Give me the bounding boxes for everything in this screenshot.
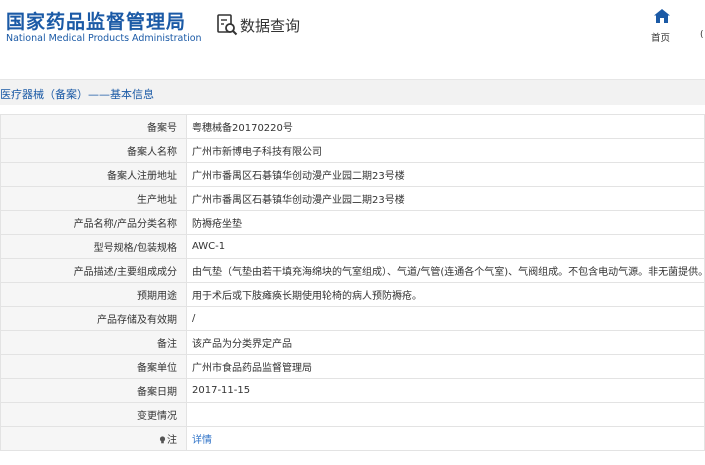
header-edge-glyph: ( (700, 30, 704, 40)
field-label: 备案号 (0, 114, 187, 139)
field-value: 广州市新博电子科技有限公司 (186, 138, 705, 163)
table-row: 注 详情 (0, 426, 705, 451)
table-row: 产品存储及有效期 / (0, 306, 705, 331)
field-value-text: 广州市番禺区石碁镇华创动漫产业园二期23号楼 (192, 171, 405, 182)
table-row: 生产地址 广州市番禺区石碁镇华创动漫产业园二期23号楼 (0, 186, 705, 211)
field-value: 由气垫（气垫由若干填充海绵块的气室组成）、气道/气管(连通各个气室)、气阀组成。… (186, 258, 705, 283)
field-value: 用于术后或下肢瘫痪长期使用轮椅的病人预防褥疮。 (186, 282, 705, 307)
field-value: 广州市番禺区石碁镇华创动漫产业园二期23号楼 (186, 162, 705, 187)
field-label-text: 产品名称/产品分类名称 (73, 219, 177, 230)
table-row: 产品名称/产品分类名称 防褥疮坐垫 (0, 210, 705, 235)
table-row: 备案人名称 广州市新博电子科技有限公司 (0, 138, 705, 163)
field-label: 备案人注册地址 (0, 162, 187, 187)
field-value-text: 2017-11-15 (192, 385, 251, 396)
table-row: 备注 该产品为分类界定产品 (0, 330, 705, 355)
field-label-text: 备案人注册地址 (107, 171, 177, 182)
field-value-text: / (192, 313, 196, 324)
home-link[interactable]: 首页 (651, 30, 670, 44)
field-label-text: 备案单位 (137, 363, 177, 374)
field-value-text: 广州市番禺区石碁镇华创动漫产业园二期23号楼 (192, 195, 405, 206)
field-value: / (186, 306, 705, 331)
field-value (186, 402, 705, 427)
field-label-text: 型号规格/包装规格 (93, 243, 177, 254)
details-link[interactable]: 详情 (192, 435, 212, 446)
table-row: 变更情况 (0, 402, 705, 427)
field-label: 注 (0, 426, 187, 451)
field-value: 2017-11-15 (186, 378, 705, 403)
breadcrumb: 医疗器械（备案）——基本信息 (0, 88, 154, 101)
table-row: 备案号 粤穗械备20170220号 (0, 114, 705, 139)
field-label: 备案日期 (0, 378, 187, 403)
field-label: 生产地址 (0, 186, 187, 211)
field-label-text: 备案人名称 (127, 147, 177, 158)
site-logo-en[interactable]: National Medical Products Administration (6, 33, 202, 44)
table-row: 备案单位 广州市食品药品监督管理局 (0, 354, 705, 379)
field-label-text: 变更情况 (137, 411, 177, 422)
site-logo-cn[interactable]: 国家药品监督管理局 (6, 7, 186, 34)
field-label: 产品名称/产品分类名称 (0, 210, 187, 235)
field-value-text: 用于术后或下肢瘫痪长期使用轮椅的病人预防褥疮。 (192, 291, 422, 302)
field-label-text: 预期用途 (137, 291, 177, 302)
field-label: 产品描述/主要组成成分 (0, 258, 187, 283)
field-value: 广州市食品药品监督管理局 (186, 354, 705, 379)
field-label: 产品存储及有效期 (0, 306, 187, 331)
field-value-text: 广州市新博电子科技有限公司 (192, 147, 322, 158)
lightbulb-icon (159, 436, 166, 444)
field-label: 备注 (0, 330, 187, 355)
field-label-text: 生产地址 (137, 195, 177, 206)
table-row: 预期用途 用于术后或下肢瘫痪长期使用轮椅的病人预防褥疮。 (0, 282, 705, 307)
field-label-text: 产品存储及有效期 (97, 315, 177, 326)
field-value: 防褥疮坐垫 (186, 210, 705, 235)
field-label-text: 产品描述/主要组成成分 (73, 267, 177, 278)
field-label: 备案单位 (0, 354, 187, 379)
field-label-text: 注 (167, 435, 177, 446)
field-value: 该产品为分类界定产品 (186, 330, 705, 355)
field-label: 型号规格/包装规格 (0, 234, 187, 259)
search-icon (217, 14, 238, 36)
breadcrumb-bar: 医疗器械（备案）——基本信息 (0, 79, 705, 105)
table-row: 产品描述/主要组成成分 由气垫（气垫由若干填充海绵块的气室组成）、气道/气管(连通… (0, 258, 705, 283)
field-value-text: 粤穗械备20170220号 (192, 123, 293, 134)
field-value-text: 该产品为分类界定产品 (192, 339, 292, 350)
field-label: 备案人名称 (0, 138, 187, 163)
field-value-text: 防褥疮坐垫 (192, 219, 242, 230)
field-label-text: 备案日期 (137, 387, 177, 398)
field-label: 变更情况 (0, 402, 187, 427)
info-table: 备案号 粤穗械备20170220号备案人名称 广州市新博电子科技有限公司备案人注册地… (0, 114, 705, 451)
field-value-text: 由气垫（气垫由若干填充海绵块的气室组成）、气道/气管(连通各个气室)、气阀组成。… (192, 267, 705, 278)
field-value: 粤穗械备20170220号 (186, 114, 705, 139)
table-row: 备案日期 2017-11-15 (0, 378, 705, 403)
site-header: 国家药品监督管理局 National Medical Products Admi… (0, 0, 705, 62)
field-label-text: 备注 (157, 339, 177, 350)
home-icon[interactable] (654, 9, 670, 23)
field-value: 详情 (186, 426, 705, 451)
field-value-text: AWC-1 (192, 241, 226, 252)
data-query-link[interactable]: 数据查询 (240, 15, 300, 36)
field-value: 广州市番禺区石碁镇华创动漫产业园二期23号楼 (186, 186, 705, 211)
field-value: AWC-1 (186, 234, 705, 259)
field-label: 预期用途 (0, 282, 187, 307)
table-row: 型号规格/包装规格 AWC-1 (0, 234, 705, 259)
field-value-text: 广州市食品药品监督管理局 (192, 363, 312, 374)
table-row: 备案人注册地址 广州市番禺区石碁镇华创动漫产业园二期23号楼 (0, 162, 705, 187)
field-label-text: 备案号 (147, 123, 177, 134)
